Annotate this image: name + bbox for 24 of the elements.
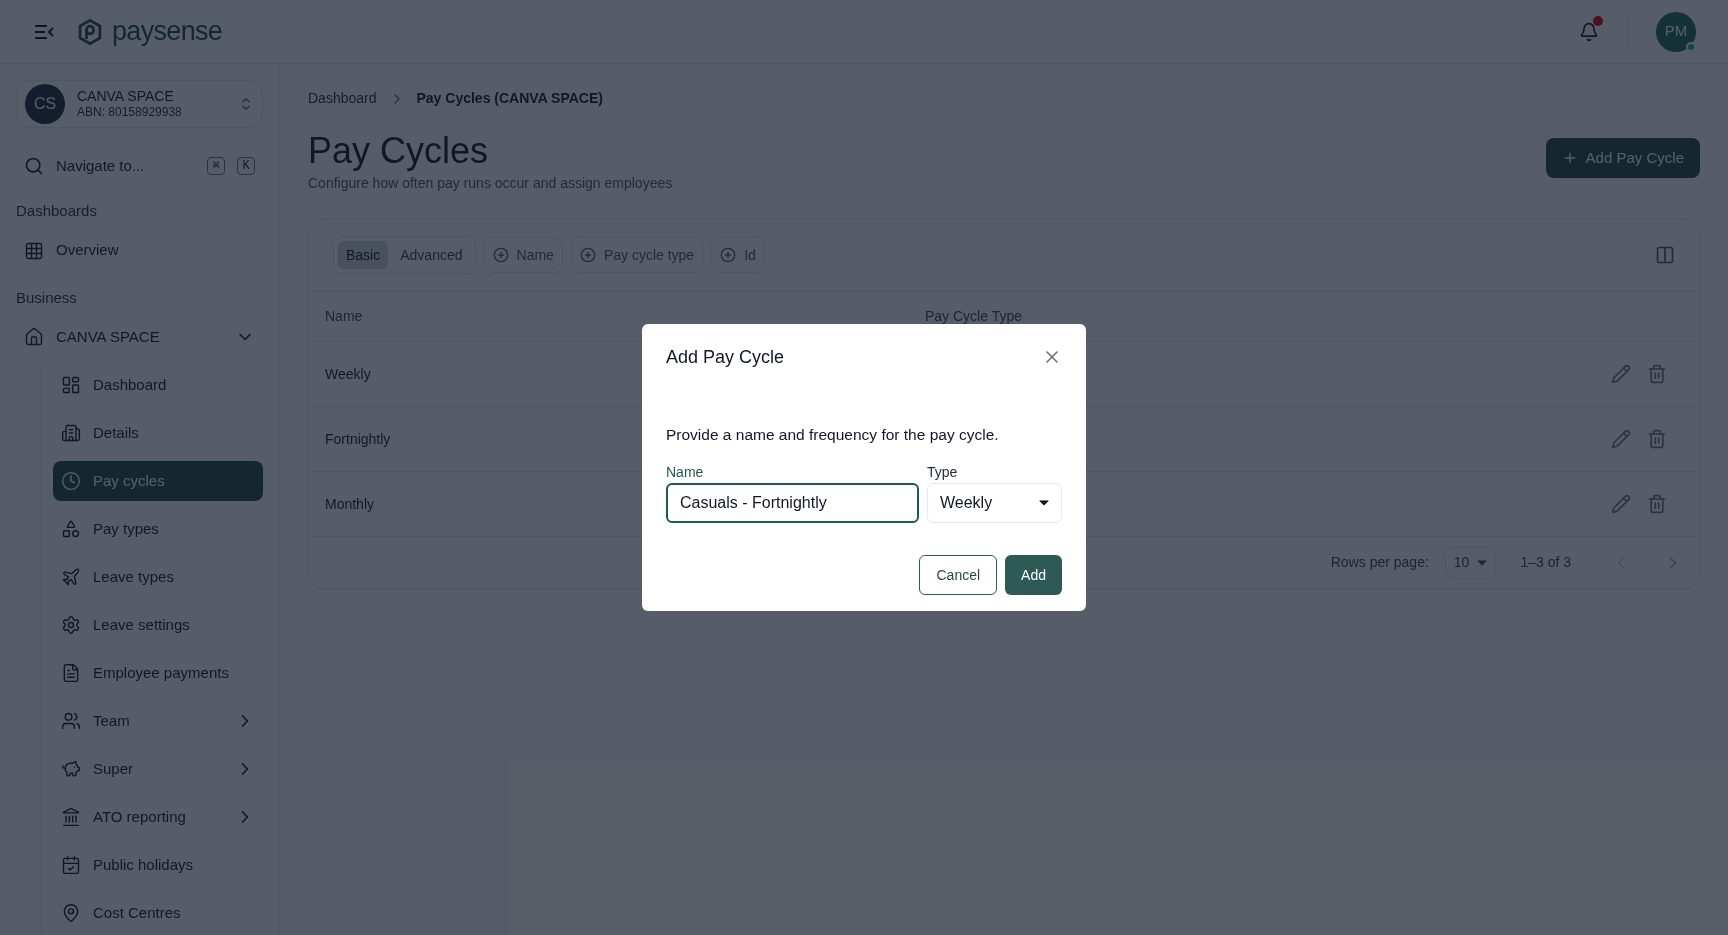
field-label: Type: [927, 463, 959, 483]
column-header: Pay Cycle Type: [925, 308, 1022, 324]
dialog-title: Add Pay Cycle: [666, 345, 785, 369]
page-title: Pay Cycles: [308, 133, 490, 169]
mode-tab[interactable]: Advanced: [392, 241, 471, 269]
section-title: Dashboards: [15, 201, 98, 221]
type-select[interactable]: Weekly: [927, 483, 1062, 524]
workspace-name: CANVA SPACE: [77, 87, 175, 106]
table-cell: Monthly: [325, 496, 375, 512]
add-button[interactable]: Add: [1005, 555, 1062, 596]
column-header: Name: [325, 308, 363, 324]
field-label: Name: [666, 463, 705, 483]
caret-icon: [1039, 500, 1049, 507]
table-cell: Weekly: [325, 366, 371, 382]
dialog-text: Provide a name and frequency for the pay cycle.: [666, 424, 1000, 445]
cancel-button[interactable]: Cancel: [919, 555, 998, 596]
page-range: 1–3 of 3: [1520, 553, 1571, 572]
rows-per-page-label: Rows per page:: [1330, 553, 1429, 572]
breadcrumb-link[interactable]: Pay Cycles (CANVA SPACE): [416, 88, 603, 109]
name-field[interactable]: Casuals - Fortnightly: [666, 483, 919, 524]
section-title: Business: [15, 287, 78, 308]
workspace-abn: ABN: 80158929938: [77, 105, 183, 121]
table-cell: Fortnightly: [325, 431, 391, 447]
brand-name: paysense: [112, 15, 223, 49]
